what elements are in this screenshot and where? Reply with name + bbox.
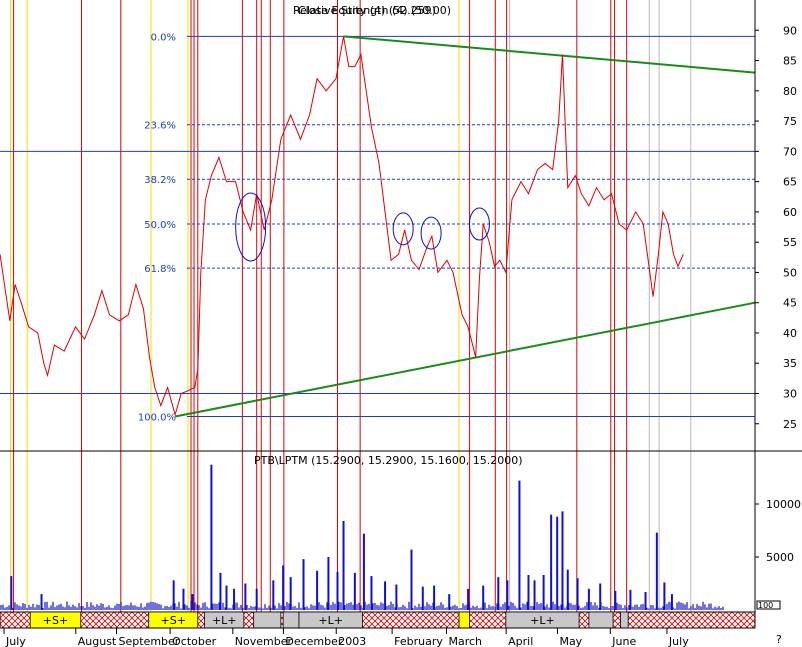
month-label: November xyxy=(235,635,293,647)
month-label: July xyxy=(668,635,689,647)
band-neutral-segment xyxy=(620,611,629,629)
price-axis-label: 45 xyxy=(783,297,797,310)
volume-axis-label: 10000 xyxy=(766,498,801,511)
chart-canvas: 0.0% 23.6% 38.2% 50.0% 61.8% 100.0% 25 30 35 40 45… xyxy=(0,0,802,647)
fib-level-label: 50.0% xyxy=(144,220,176,231)
band-label: +L+ xyxy=(318,614,343,627)
price-axis-label: 65 xyxy=(783,176,797,189)
band-neutral-segment xyxy=(282,611,300,629)
price-axis-label: 40 xyxy=(783,327,797,340)
price-axis-label: 85 xyxy=(783,55,797,68)
month-label: May xyxy=(559,635,582,647)
volume-title: PTB\LPTM (15.2900, 15.2900, 15.1600, 15.… xyxy=(254,454,523,467)
volume-axis-label: 5000 xyxy=(766,551,794,564)
fib-level-label: 0.0% xyxy=(151,32,176,43)
band-label: +S+ xyxy=(161,614,186,627)
band-label: +S+ xyxy=(43,614,68,627)
price-axis-label: 30 xyxy=(783,387,797,400)
chart-title-overlap: Close Equity (4) (52.259) xyxy=(298,4,436,17)
month-label: June xyxy=(611,635,636,647)
month-label: February xyxy=(394,635,443,647)
price-axis-label: 55 xyxy=(783,236,797,249)
band-yellow-segment xyxy=(458,611,471,629)
month-label: March xyxy=(448,635,482,647)
month-label: July xyxy=(5,635,26,647)
price-axis-label: 35 xyxy=(783,357,797,370)
fib-level-label: 61.8% xyxy=(144,264,176,275)
fib-level-label: 100.0% xyxy=(138,412,176,423)
month-label: August xyxy=(78,635,117,647)
month-label: April xyxy=(508,635,533,647)
month-label: September xyxy=(119,635,180,647)
corner-mark: ? xyxy=(776,633,782,646)
fib-level-label: 38.2% xyxy=(144,175,176,186)
price-axis-label: 60 xyxy=(783,206,797,219)
month-label: October xyxy=(172,635,216,647)
band-label: +L+ xyxy=(212,614,237,627)
price-axis-label: 75 xyxy=(783,115,797,128)
price-axis-label: 50 xyxy=(783,266,797,279)
price-axis-label: 80 xyxy=(783,85,797,98)
band-neutral-segment xyxy=(253,611,282,629)
month-label: December xyxy=(285,635,343,647)
fib-level-label: 23.6% xyxy=(144,121,176,132)
price-axis-label: 70 xyxy=(783,145,797,158)
band-label: +L+ xyxy=(530,614,555,627)
position-band xyxy=(0,611,756,629)
band-neutral-segment xyxy=(588,611,614,629)
price-axis-label: 25 xyxy=(783,418,797,431)
volume-scale-label: 100 xyxy=(758,601,773,610)
price-axis-label: 90 xyxy=(783,24,797,37)
month-label: 2003 xyxy=(338,635,366,647)
